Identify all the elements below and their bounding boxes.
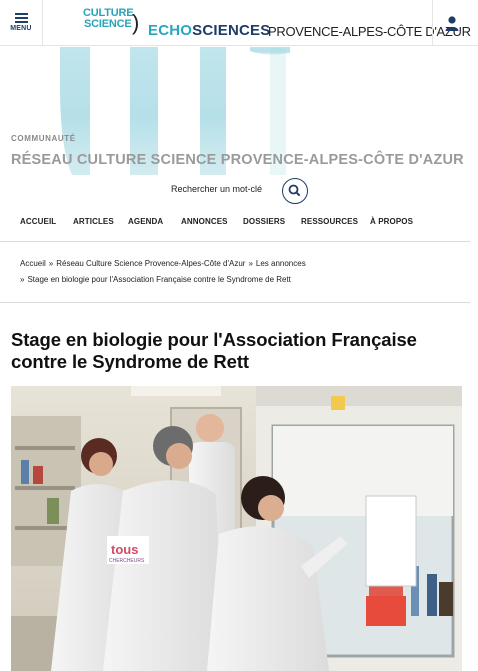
header-divider [42,0,43,46]
breadcrumb-announcements[interactable]: Les annonces [256,259,306,268]
coat-print-chercheurs: CHERCHEURS [109,558,145,564]
community-banner: COMMUNAUTÉ RÉSEAU CULTURE SCIENCE PROVEN… [0,47,478,175]
nav-divider [0,241,470,242]
user-account-button[interactable] [440,14,464,34]
nav-item-ressources[interactable]: RESSOURCES [301,217,358,226]
nav-item-a-propos[interactable]: À PROPOS [370,217,413,226]
breadcrumb-home[interactable]: Accueil [20,259,46,268]
lab-photo-illustration: tous CHERCHEURS [11,386,462,671]
breadcrumb-separator: » [20,275,25,284]
brand-sciences: SCIENCES [192,22,271,39]
breadcrumb-divider [0,302,470,303]
breadcrumb-separator: » [48,259,54,268]
search-button[interactable] [282,178,308,204]
menu-button[interactable]: MENU [4,6,38,40]
user-icon [445,16,459,31]
breadcrumb-current: Stage en biologie pour l'Association Fra… [27,275,291,284]
article-title: Stage en biologie pour l'Association Fra… [11,329,417,372]
search-input[interactable]: Rechercher un mot-clé [171,184,262,194]
breadcrumb-line-2: » Stage en biologie pour l'Association Fr… [20,275,291,284]
coat-print-tous: tous [111,542,138,557]
menu-label: MENU [10,25,32,32]
nav-item-annonces[interactable]: ANNONCES [181,217,228,226]
search-icon [288,184,300,196]
header-divider [432,0,433,46]
nav-item-accueil[interactable]: ACCUEIL [20,217,56,226]
echosciences-logo[interactable]: ECHOSCIENCES [148,22,270,39]
logo-bracket-icon: ) [132,10,140,35]
site-header: MENU CULTURE SCIENCE ) ECHOSCIENCES PROV… [0,0,478,46]
nav-item-dossiers[interactable]: DOSSIERS [243,217,285,226]
community-label: COMMUNAUTÉ [11,134,76,143]
nav-item-articles[interactable]: ARTICLES [73,217,114,226]
main-nav: ACCUEIL ARTICLES AGENDA ANNONCES DOSSIER… [0,214,478,234]
breadcrumb-community[interactable]: Réseau Culture Science Provence-Alpes-Cô… [56,259,245,268]
breadcrumb: Accueil» Réseau Culture Science Provence-… [20,259,306,268]
nav-item-agenda[interactable]: AGENDA [128,217,163,226]
community-title[interactable]: RÉSEAU CULTURE SCIENCE PROVENCE-ALPES-CÔ… [11,152,464,168]
hamburger-icon [4,6,38,23]
culture-science-logo[interactable]: CULTURE SCIENCE ) [80,8,140,42]
brand-echo: ECHO [148,22,193,39]
article-photo: tous CHERCHEURS [11,386,462,671]
breadcrumb-separator: » [248,259,253,268]
